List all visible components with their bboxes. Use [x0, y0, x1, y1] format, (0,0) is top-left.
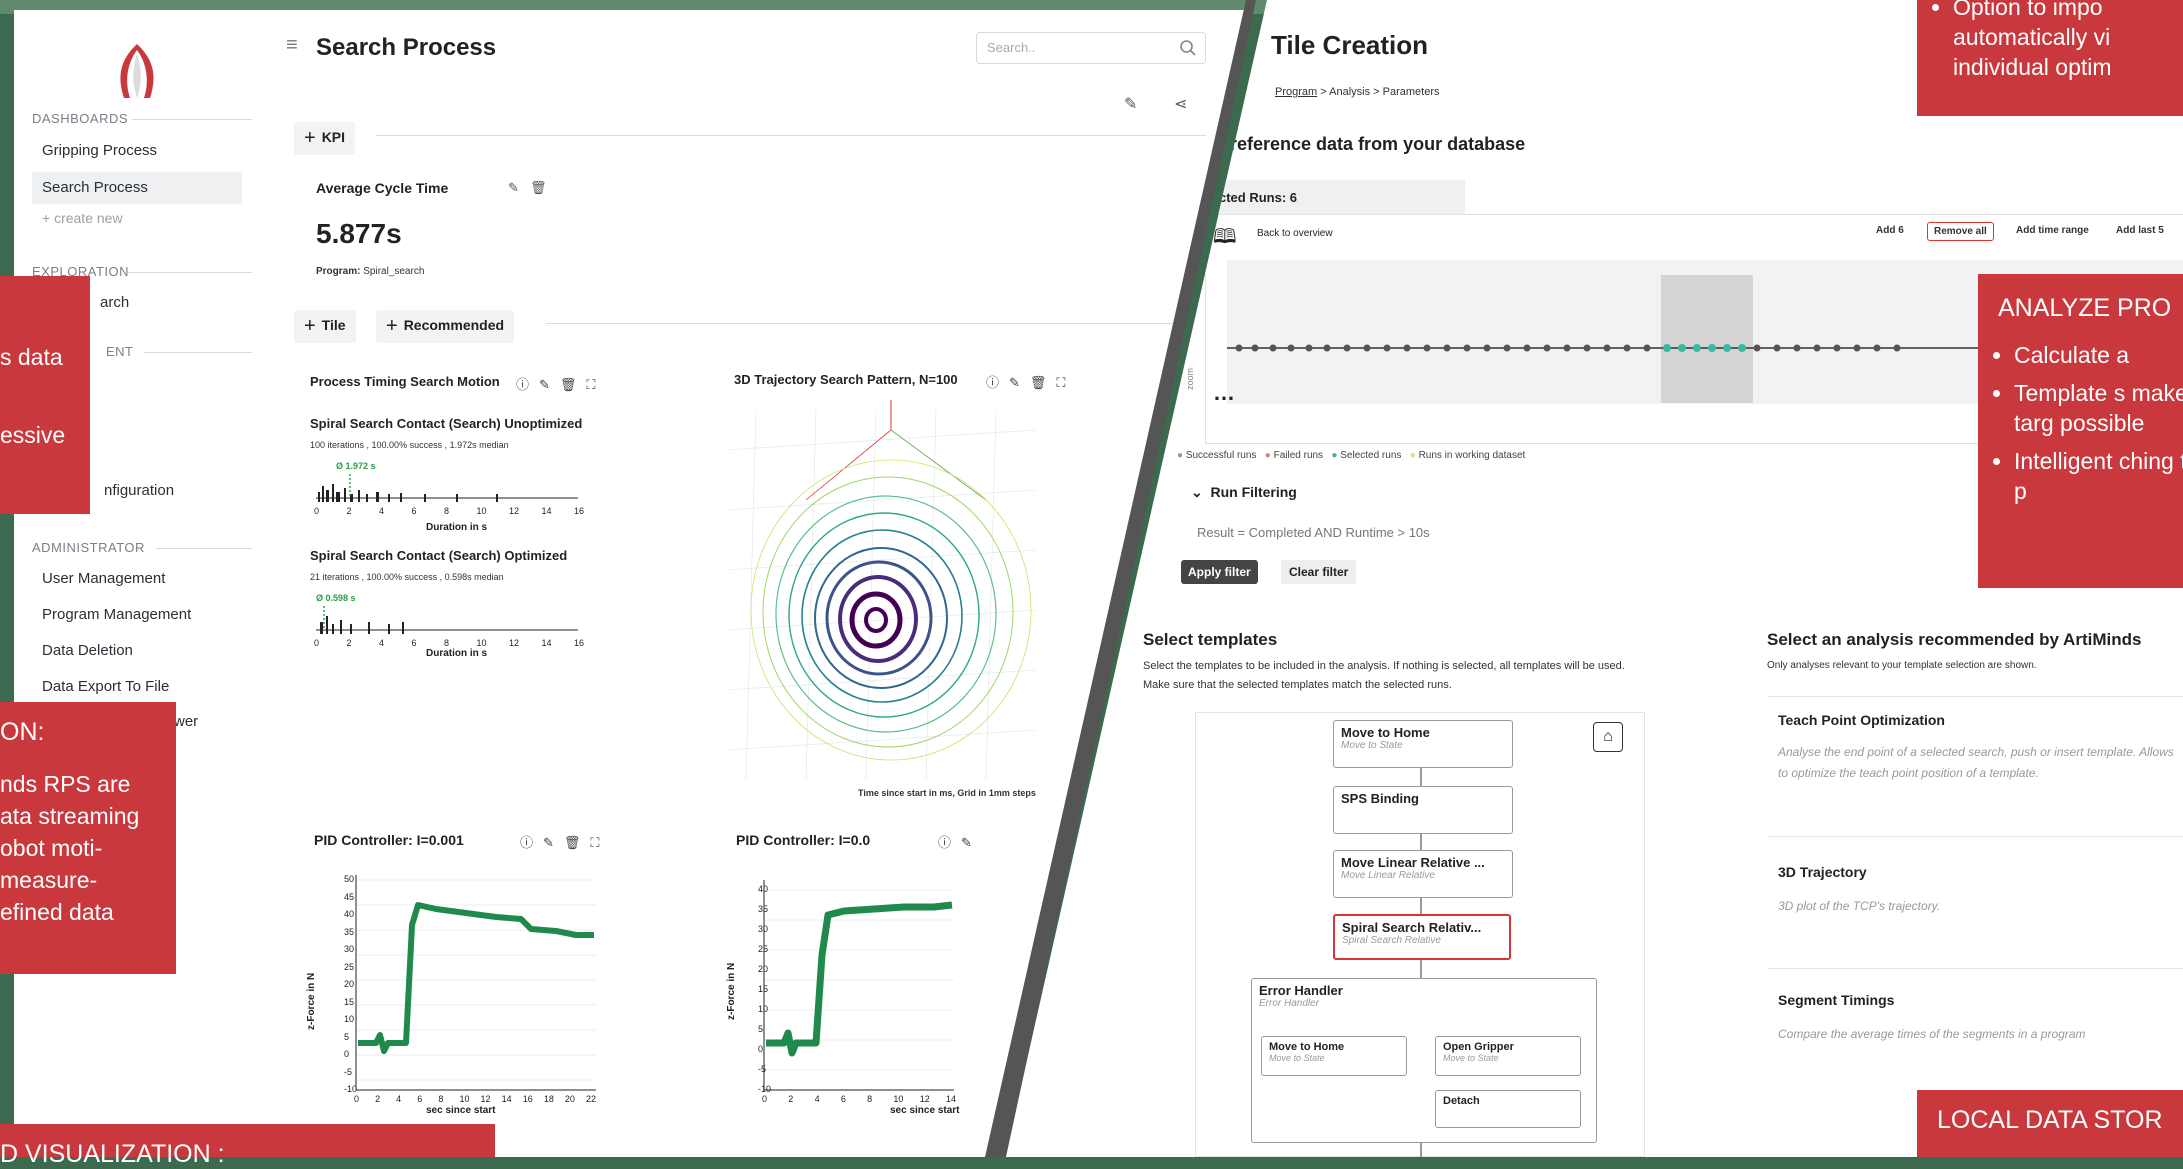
callout-top-right: Option to impo automatically vi individu… — [1917, 0, 2183, 116]
callout-analyze-process: ANALYZE PRO Calculate a Template s makes… — [1978, 274, 2183, 588]
panel-divider — [985, 0, 1256, 1157]
callout-local-data: LOCAL DATA STOR — [1917, 1090, 2183, 1157]
callout-bottom: D VISUALIZATION : — [0, 1124, 495, 1168]
callout-left-bottom: ON: nds RPS are ata streaming obot moti-… — [0, 702, 176, 974]
callout-left-mid: s data essive — [0, 276, 90, 514]
